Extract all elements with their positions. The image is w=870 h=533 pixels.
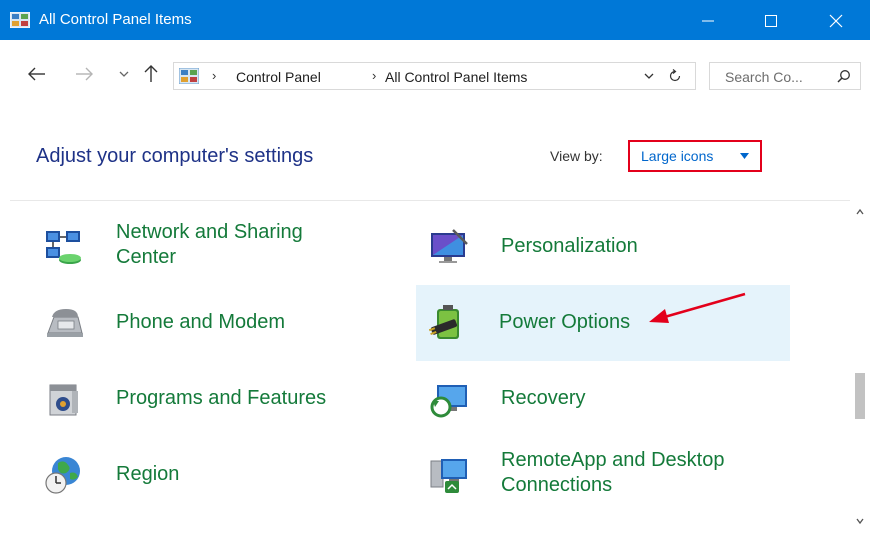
maximize-button[interactable] <box>748 0 794 40</box>
close-button[interactable] <box>813 0 859 40</box>
breadcrumb-separator-icon[interactable]: › <box>212 68 216 83</box>
up-arrow-icon[interactable] <box>140 60 162 88</box>
scroll-thumb[interactable] <box>855 373 865 419</box>
item-label[interactable]: Network and Sharing Center <box>116 220 303 270</box>
item-programs-and-features[interactable]: Programs and Features <box>20 361 393 437</box>
refresh-icon[interactable] <box>667 68 683 84</box>
programs-features-icon <box>49 384 78 416</box>
navigation-bar: › Control Panel › All Control Panel Item… <box>0 40 870 115</box>
view-by-dropdown[interactable]: Large icons <box>628 140 762 172</box>
item-personalization[interactable]: Personalization <box>405 209 778 285</box>
caret-down-icon[interactable] <box>740 153 749 159</box>
recovery-icon <box>430 385 467 418</box>
phone-modem-icon <box>47 309 83 337</box>
item-label[interactable]: Recovery <box>501 386 585 411</box>
item-label[interactable]: Programs and Features <box>116 386 326 411</box>
search-input[interactable]: Search Co... <box>709 62 861 90</box>
minimize-icon <box>702 20 714 22</box>
address-bar[interactable]: › Control Panel › All Control Panel Item… <box>173 62 696 90</box>
vertical-scrollbar[interactable] <box>851 201 869 533</box>
scroll-up-icon[interactable] <box>855 207 865 217</box>
item-label[interactable]: Personalization <box>501 234 638 259</box>
item-label[interactable]: Phone and Modem <box>116 310 285 335</box>
item-region[interactable]: Region <box>20 437 393 513</box>
forward-arrow-icon[interactable] <box>73 60 95 88</box>
control-panel-items: Network and Sharing Center Personalizati… <box>10 201 848 533</box>
page-title: Adjust your computer's settings <box>36 145 314 167</box>
remoteapp-icon <box>430 459 467 493</box>
close-icon <box>829 14 843 28</box>
control-panel-icon <box>179 68 199 84</box>
item-label[interactable]: Region <box>116 462 179 487</box>
breadcrumb-separator-icon[interactable]: › <box>372 68 376 83</box>
item-label[interactable]: RemoteApp and Desktop Connections <box>501 448 724 498</box>
breadcrumb-all-items[interactable]: All Control Panel Items <box>385 69 527 85</box>
personalization-icon <box>431 229 468 263</box>
breadcrumb-control-panel[interactable]: Control Panel <box>236 69 321 85</box>
control-panel-icon <box>10 12 30 28</box>
network-sharing-icon <box>46 231 81 264</box>
minimize-button[interactable] <box>685 0 731 40</box>
maximize-icon <box>765 15 777 27</box>
item-network-sharing-center[interactable]: Network and Sharing Center <box>20 209 393 285</box>
window-title: All Control Panel Items <box>39 11 192 28</box>
search-icon <box>837 70 850 83</box>
chevron-down-icon[interactable] <box>113 60 135 88</box>
search-placeholder: Search Co... <box>725 69 803 85</box>
back-arrow-icon[interactable] <box>26 60 48 88</box>
scroll-down-icon[interactable] <box>855 516 865 526</box>
chevron-down-icon[interactable] <box>642 69 656 83</box>
view-by-value[interactable]: Large icons <box>641 148 713 164</box>
title-bar: All Control Panel Items <box>0 0 870 40</box>
item-recovery[interactable]: Recovery <box>405 361 778 437</box>
item-label[interactable]: Power Options <box>499 310 630 335</box>
item-remoteapp-desktop-connections[interactable]: RemoteApp and Desktop Connections <box>405 437 778 513</box>
item-phone-and-modem[interactable]: Phone and Modem <box>20 285 393 361</box>
view-by-label: View by: <box>550 148 603 164</box>
power-options-icon <box>429 305 459 339</box>
annotation-arrow-icon <box>649 292 746 323</box>
region-icon <box>45 457 80 494</box>
